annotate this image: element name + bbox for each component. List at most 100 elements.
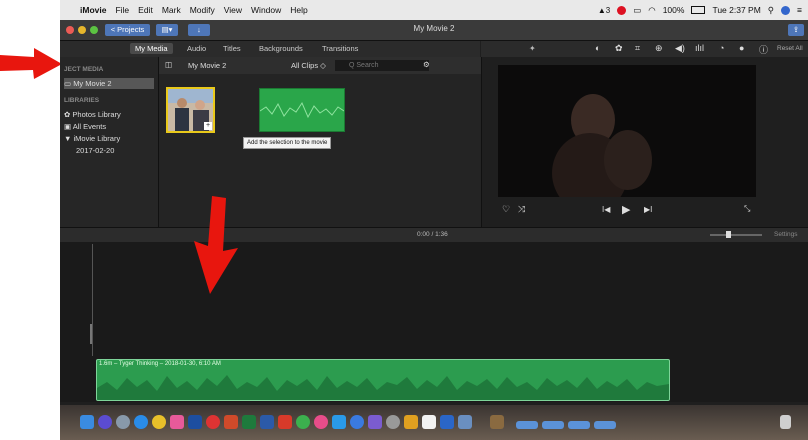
itunes-dock-icon[interactable] — [314, 415, 328, 429]
app-dock-icon[interactable] — [206, 415, 220, 429]
battery-text[interactable]: 100% — [663, 5, 685, 15]
document4-dock-icon[interactable] — [594, 421, 616, 429]
photos-icon: ✿ — [64, 110, 71, 119]
menu-window[interactable]: Window — [251, 5, 281, 15]
menu-edit[interactable]: Edit — [138, 5, 153, 15]
noise-reduction-icon[interactable]: ılıl — [695, 43, 704, 53]
battery-icon[interactable] — [691, 6, 706, 14]
wifi-icon[interactable]: ◠ — [648, 5, 655, 16]
crop-icon[interactable]: ⌗ — [635, 43, 640, 54]
timeline-audio-clip[interactable]: 1.6m – Tyger Thinking – 2018-01-30, 6:10… — [96, 359, 670, 401]
menu-view[interactable]: View — [224, 5, 242, 15]
menu-help[interactable]: Help — [290, 5, 307, 15]
photoshop-dock-icon[interactable] — [188, 415, 202, 429]
excel-dock-icon[interactable] — [242, 415, 256, 429]
menu-app-name[interactable]: iMovie — [80, 5, 106, 15]
add-to-movie-icon[interactable]: + — [204, 122, 212, 130]
safari-dock-icon[interactable] — [134, 415, 148, 429]
star-dock-icon[interactable] — [440, 415, 454, 429]
play-icon[interactable]: ▶ — [622, 203, 630, 216]
menu-modify[interactable]: Modify — [190, 5, 215, 15]
menu-mark[interactable]: Mark — [162, 5, 181, 15]
document-dock-icon[interactable] — [516, 421, 538, 429]
film-icon: ▭ — [64, 79, 72, 88]
video-clip-thumbnail[interactable]: + — [166, 87, 215, 133]
chrome-dock-icon[interactable] — [152, 415, 166, 429]
app7-dock-icon[interactable] — [490, 415, 504, 429]
tab-titles[interactable]: Titles — [223, 44, 241, 53]
siri-dock-icon[interactable] — [98, 415, 112, 429]
clips-filter[interactable]: All Clips ◇ — [291, 61, 326, 70]
color-balance-icon[interactable]: ◐ — [595, 43, 600, 53]
word-dock-icon[interactable] — [260, 415, 274, 429]
airplay-icon[interactable]: ▭ — [633, 5, 641, 16]
app2-dock-icon[interactable] — [278, 415, 292, 429]
reset-all-button[interactable]: Reset All — [777, 45, 803, 52]
reject-icon[interactable]: ⤨ — [518, 204, 525, 215]
tab-my-media[interactable]: My Media — [130, 43, 173, 54]
launchpad-dock-icon[interactable] — [116, 415, 130, 429]
sidebar-item-all-events[interactable]: ▣ All Events — [64, 121, 154, 132]
volume-icon[interactable]: ◀) — [675, 43, 685, 54]
zoom-slider[interactable] — [710, 234, 762, 236]
adobe-icon[interactable]: ▲3 — [598, 6, 610, 15]
tab-audio[interactable]: Audio — [187, 44, 206, 53]
audio-waveform — [259, 101, 345, 119]
app6-dock-icon[interactable] — [458, 415, 472, 429]
status-red-icon[interactable] — [617, 5, 627, 15]
app4-dock-icon[interactable] — [404, 415, 418, 429]
tab-backgrounds[interactable]: Backgrounds — [259, 44, 303, 53]
document2-dock-icon[interactable] — [542, 421, 564, 429]
app3-dock-icon[interactable] — [332, 415, 346, 429]
mac-dock — [60, 405, 808, 440]
sidebar-item-project[interactable]: ▭ My Movie 2 — [64, 78, 154, 89]
siri-icon[interactable] — [781, 5, 791, 15]
timeline-waveform — [97, 375, 669, 400]
document3-dock-icon[interactable] — [568, 421, 590, 429]
trash-dock-icon[interactable] — [780, 415, 791, 429]
favorite-icon[interactable]: ♡ — [502, 204, 510, 215]
sidebar-item-imovie-library[interactable]: ▼ iMovie Library — [64, 133, 154, 144]
window-toolbar: < Projects ▤▾ ↓ My Movie 2 ⇪ — [60, 20, 808, 41]
spotlight-icon[interactable]: ⚲ — [768, 5, 774, 16]
imovie-dock-icon[interactable] — [368, 415, 382, 429]
skip-back-icon[interactable]: I◀ — [602, 205, 610, 214]
sidebar-item-event-date[interactable]: 2017-02-20 — [76, 145, 166, 156]
tab-transitions[interactable]: Transitions — [322, 44, 358, 53]
sidebar-toggle-icon[interactable]: ◫ — [165, 60, 172, 69]
search-input[interactable]: Q Search — [335, 60, 429, 71]
magic-wand-icon[interactable]: ✦ — [529, 44, 536, 53]
project-media-header: JECT MEDIA — [64, 66, 104, 73]
menu-file[interactable]: File — [115, 5, 129, 15]
timecode: 0:00 / 1:36 — [417, 231, 448, 238]
sidebar-item-label: 2017-02-20 — [76, 146, 115, 155]
finder-dock-icon[interactable] — [80, 415, 94, 429]
browser-title: My Movie 2 — [188, 61, 227, 70]
speed-icon[interactable]: ◔ — [719, 43, 724, 53]
audio-clip-thumbnail[interactable] — [259, 88, 345, 132]
skip-forward-icon[interactable]: ▶I — [644, 205, 652, 214]
share-button[interactable]: ⇪ — [788, 24, 804, 36]
sidebar-item-photos-library[interactable]: ✿ Photos Library — [64, 109, 154, 120]
sidebar-item-label: Photos Library — [72, 110, 121, 119]
clock[interactable]: Tue 2:37 PM — [712, 5, 760, 15]
timeline-settings-button[interactable]: Settings — [774, 231, 798, 238]
playhead[interactable] — [92, 244, 93, 356]
preferences-dock-icon[interactable] — [386, 415, 400, 429]
mac-menu-bar: iMovie File Edit Mark Modify View Window… — [60, 0, 808, 20]
video-preview[interactable] — [498, 65, 756, 197]
powerpoint-dock-icon[interactable] — [224, 415, 238, 429]
app-store-dock-icon[interactable] — [350, 415, 364, 429]
app5-dock-icon[interactable] — [422, 415, 436, 429]
color-correction-icon[interactable]: ✿ — [615, 43, 623, 54]
filter-icon[interactable]: ● — [739, 43, 744, 53]
settings-icon[interactable]: ⚙ — [423, 60, 430, 69]
photos-dock-icon[interactable] — [170, 415, 184, 429]
stabilization-icon[interactable]: ⊕ — [655, 43, 663, 54]
notification-center-icon[interactable]: ≡ — [797, 5, 802, 15]
info-icon[interactable]: ⓘ — [759, 43, 768, 56]
messages-dock-icon[interactable] — [296, 415, 310, 429]
timeline[interactable]: 1.6m – Tyger Thinking – 2018-01-30, 6:10… — [60, 242, 808, 402]
fullscreen-icon[interactable]: ⤡ — [744, 204, 750, 214]
zoom-slider-knob[interactable] — [726, 231, 731, 238]
